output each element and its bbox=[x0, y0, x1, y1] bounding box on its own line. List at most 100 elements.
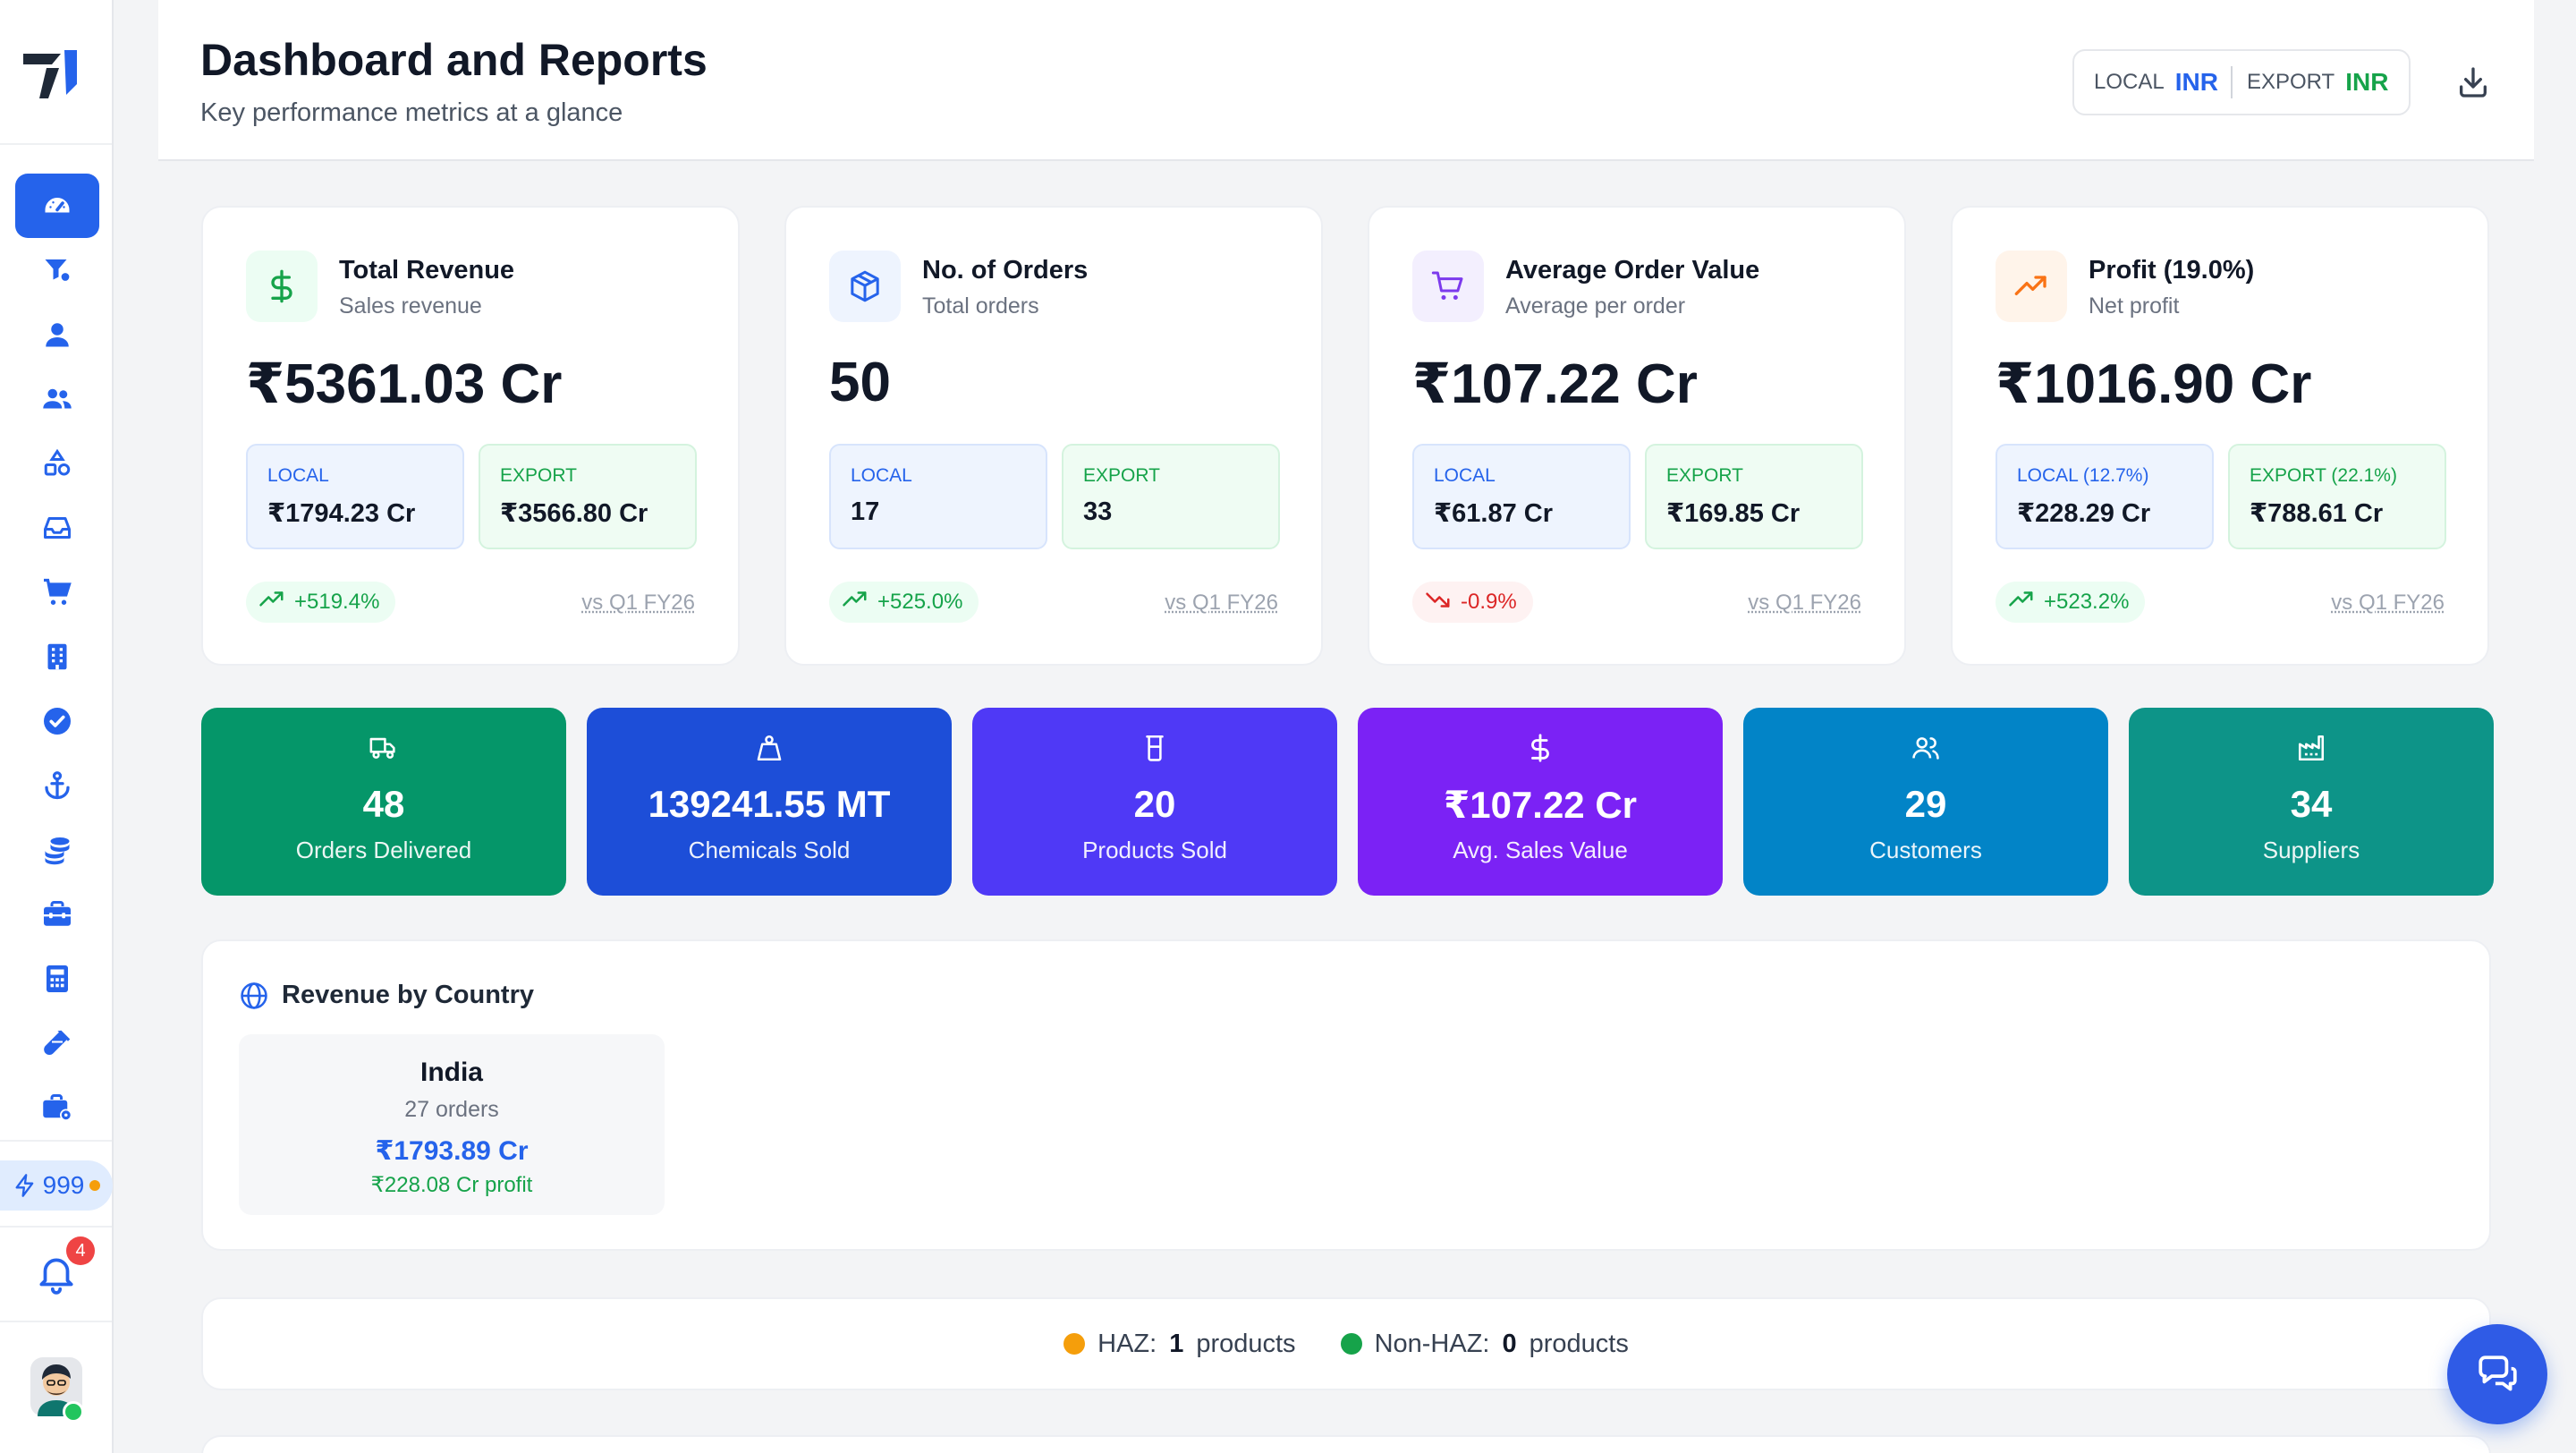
globe-icon bbox=[241, 982, 267, 1009]
local-currency-label: LOCAL bbox=[2094, 70, 2165, 94]
country-tile[interactable]: India 27 orders ₹1793.89 Cr ₹228.08 Cr p… bbox=[239, 1034, 665, 1215]
country-profit: ₹228.08 Cr profit bbox=[370, 1173, 533, 1197]
stat-tile[interactable]: 29 Customers bbox=[1743, 708, 2108, 896]
download-icon bbox=[2460, 67, 2487, 98]
stat-tile[interactable]: 48 Orders Delivered bbox=[201, 708, 566, 896]
country-revenue: ₹1793.89 Cr bbox=[375, 1136, 529, 1166]
nav-lab[interactable] bbox=[15, 1011, 99, 1075]
trending-up-icon bbox=[259, 591, 284, 606]
kpi-value: ₹1016.90 Cr bbox=[1996, 353, 2312, 415]
nonhaz-item: Non-HAZ: 0 products bbox=[1340, 1329, 1629, 1359]
nav-filters[interactable] bbox=[15, 238, 99, 302]
cart-icon bbox=[44, 578, 72, 605]
comparison-period[interactable]: vs Q1 FY26 bbox=[2331, 591, 2445, 616]
currency-selector[interactable]: LOCAL INR EXPORT INR bbox=[2072, 49, 2411, 115]
building-icon bbox=[47, 643, 67, 670]
haz-count: 1 bbox=[1169, 1329, 1184, 1358]
kpi-subtitle: Sales revenue bbox=[339, 293, 482, 319]
sidebar-divider bbox=[0, 1321, 112, 1322]
briefcase-settings-icon bbox=[43, 1094, 72, 1121]
stat-tile[interactable]: 34 Suppliers bbox=[2129, 708, 2494, 896]
local-split-value: ₹1794.23 Cr bbox=[267, 499, 416, 528]
export-split-label: EXPORT bbox=[1666, 465, 1743, 486]
stat-value: ₹107.22 Cr bbox=[1443, 784, 1638, 826]
nonhaz-label: Non-HAZ: bbox=[1374, 1329, 1490, 1358]
local-split-label: LOCAL bbox=[851, 465, 912, 486]
kpi-icon-badge bbox=[829, 251, 901, 322]
stat-value: 48 bbox=[362, 783, 405, 825]
nav-dashboard[interactable] bbox=[15, 174, 99, 238]
nav-user[interactable] bbox=[15, 302, 99, 367]
nav-tools[interactable] bbox=[15, 882, 99, 947]
kpi-subtitle: Total orders bbox=[922, 293, 1039, 319]
stat-label: Suppliers bbox=[2262, 837, 2360, 863]
kpi-card: Total Revenue Sales revenue ₹5361.03 Cr … bbox=[201, 206, 740, 666]
nonhaz-count: 0 bbox=[1502, 1329, 1517, 1358]
kpi-title: Profit (19.0%) bbox=[2089, 256, 2255, 285]
trend-badge: -0.9% bbox=[1412, 582, 1533, 623]
factory-icon bbox=[2298, 735, 2325, 761]
truck-icon bbox=[369, 737, 395, 759]
nav-inbox[interactable] bbox=[15, 496, 99, 560]
haz-dot bbox=[1063, 1333, 1086, 1355]
nav-cart[interactable] bbox=[15, 560, 99, 625]
export-split-value: 33 bbox=[1083, 497, 1113, 526]
download-button[interactable] bbox=[2445, 55, 2502, 109]
trend-badge: +525.0% bbox=[829, 582, 979, 623]
app-logo[interactable] bbox=[20, 43, 82, 106]
notification-badge: 4 bbox=[66, 1236, 95, 1265]
export-split-label: EXPORT (22.1%) bbox=[2250, 465, 2397, 486]
stat-label: Orders Delivered bbox=[295, 837, 472, 863]
calculator-icon bbox=[47, 965, 68, 992]
local-split-label: LOCAL (12.7%) bbox=[2017, 465, 2149, 486]
country-orders: 27 orders bbox=[404, 1097, 499, 1122]
trend-value: -0.9% bbox=[1461, 590, 1517, 614]
export-split-label: EXPORT bbox=[1083, 465, 1160, 486]
export-currency-value[interactable]: INR bbox=[2345, 68, 2388, 97]
sidebar-divider bbox=[0, 1140, 112, 1142]
kpi-icon-badge bbox=[1412, 251, 1484, 322]
stat-tile[interactable]: ₹107.22 Cr Avg. Sales Value bbox=[1358, 708, 1723, 896]
nav-settings[interactable] bbox=[15, 1075, 99, 1140]
nav-finance[interactable] bbox=[15, 818, 99, 882]
kpi-subtitle: Net profit bbox=[2089, 293, 2180, 319]
kpi-local-split: LOCAL ₹1794.23 Cr bbox=[246, 444, 464, 549]
beaker-icon bbox=[1146, 735, 1164, 761]
kpi-title: No. of Orders bbox=[922, 256, 1089, 285]
export-split-value: ₹3566.80 Cr bbox=[500, 499, 648, 528]
nav-shapes[interactable] bbox=[15, 431, 99, 496]
nav-calculator[interactable] bbox=[15, 947, 99, 1011]
kpi-local-split: LOCAL ₹61.87 Cr bbox=[1412, 444, 1631, 549]
comparison-period[interactable]: vs Q1 FY26 bbox=[1165, 591, 1278, 616]
kpi-value: ₹107.22 Cr bbox=[1412, 353, 1698, 415]
kpi-card: Profit (19.0%) Net profit ₹1016.90 Cr LO… bbox=[1951, 206, 2489, 666]
shapes-icon bbox=[44, 448, 71, 476]
credits-badge[interactable]: 999 bbox=[0, 1160, 113, 1211]
stat-tile[interactable]: 20 Products Sold bbox=[972, 708, 1337, 896]
page-subtitle: Key performance metrics at a glance bbox=[200, 98, 623, 127]
chat-button[interactable] bbox=[2447, 1324, 2547, 1424]
haz-item: HAZ: 1 products bbox=[1063, 1329, 1296, 1359]
users-icon bbox=[43, 388, 72, 409]
stat-label: Chemicals Sold bbox=[688, 837, 851, 863]
kpi-icon-badge bbox=[1996, 251, 2067, 322]
local-split-label: LOCAL bbox=[1434, 465, 1496, 486]
nav-approvals[interactable] bbox=[15, 689, 99, 753]
local-currency-value[interactable]: INR bbox=[2175, 68, 2218, 97]
kpi-value: ₹5361.03 Cr bbox=[246, 353, 563, 415]
nav-building[interactable] bbox=[15, 625, 99, 689]
anchor-icon bbox=[45, 771, 70, 800]
nonhaz-unit: products bbox=[1529, 1329, 1629, 1358]
stat-value: 29 bbox=[1904, 783, 1947, 825]
online-status-dot bbox=[63, 1401, 84, 1423]
stat-tile[interactable]: 139241.55 MT Chemicals Sold bbox=[587, 708, 952, 896]
comparison-period[interactable]: vs Q1 FY26 bbox=[581, 591, 695, 616]
weight-icon bbox=[757, 735, 782, 761]
cart-icon bbox=[1431, 271, 1463, 300]
sidebar: 999 4 bbox=[0, 0, 114, 1453]
trend-badge: +523.2% bbox=[1996, 582, 2146, 623]
user-icon bbox=[46, 323, 69, 347]
nav-users[interactable] bbox=[15, 367, 99, 431]
nav-shipping[interactable] bbox=[15, 753, 99, 818]
comparison-period[interactable]: vs Q1 FY26 bbox=[1748, 591, 1861, 616]
